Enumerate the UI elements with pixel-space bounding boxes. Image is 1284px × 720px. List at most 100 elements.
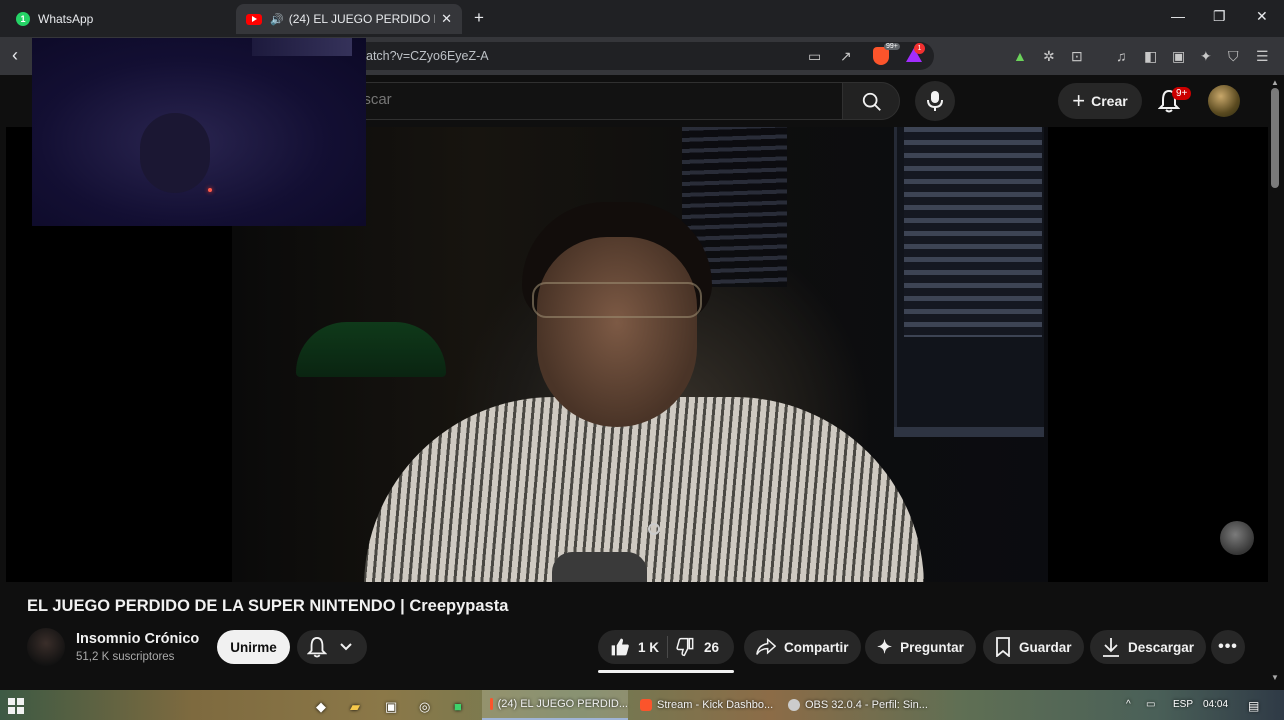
- download-icon: [1103, 638, 1119, 657]
- notification-center-icon[interactable]: ▤: [1248, 699, 1259, 713]
- taskbar-item-label: OBS 32.0.4 - Perfil: Sin...: [805, 699, 928, 711]
- taskbar-item-label: Stream - Kick Dashbo...: [657, 699, 774, 711]
- webcam-person: [140, 113, 210, 193]
- obs-icon: [788, 699, 800, 711]
- restore-icon[interactable]: ❐: [1213, 8, 1226, 25]
- channel-watermark[interactable]: [1220, 521, 1254, 555]
- download-label: Descargar: [1128, 639, 1195, 655]
- minimize-icon[interactable]: —: [1171, 8, 1185, 24]
- music-icon[interactable]: ♫: [1116, 48, 1127, 64]
- channel-avatar[interactable]: [27, 628, 65, 666]
- menu-icon[interactable]: ☰: [1256, 48, 1269, 65]
- desk-lamp: [296, 322, 446, 377]
- window-sill: [894, 427, 1044, 437]
- spreadsheet-icon[interactable]: ■: [454, 699, 462, 714]
- like-button[interactable]: 1 K: [610, 637, 659, 657]
- ask-button[interactable]: ✦ Preguntar: [865, 630, 976, 664]
- tab-search-icon[interactable]: ⊡: [1071, 48, 1083, 65]
- vpn-icon[interactable]: ⛉: [1228, 48, 1239, 65]
- create-button[interactable]: + Crear: [1058, 83, 1142, 119]
- clock[interactable]: 04:04: [1203, 699, 1228, 710]
- file-explorer-icon[interactable]: ▰: [350, 699, 360, 715]
- brave-icon: [490, 698, 493, 710]
- save-label: Guardar: [1019, 639, 1072, 655]
- browser-tab-strip: 1 WhatsApp 🔊 (24) EL JUEGO PERDIDO DE LA…: [0, 0, 1284, 37]
- url-text: atch?v=CZyo6EyeZ-A: [366, 49, 489, 63]
- language-indicator[interactable]: ESP: [1173, 699, 1193, 710]
- share-icon[interactable]: ↗: [840, 48, 852, 65]
- network-icon[interactable]: ▭: [1146, 699, 1155, 710]
- like-dislike-group: 1 K 26: [598, 630, 734, 664]
- video-title: EL JUEGO PERDIDO DE LA SUPER NINTENDO | …: [27, 597, 509, 615]
- taskbar-item-browser[interactable]: (24) EL JUEGO PERDID...: [482, 690, 628, 720]
- channel-name[interactable]: Insomnio Crónico: [76, 631, 199, 647]
- striped-shirt: [364, 397, 924, 582]
- close-window-icon[interactable]: ✕: [1256, 8, 1268, 25]
- person-face: [537, 237, 697, 427]
- windows-start-icon[interactable]: [8, 698, 24, 714]
- subscription-notifications-button[interactable]: [297, 630, 367, 664]
- extensions-icon[interactable]: ✲: [1043, 48, 1055, 65]
- voice-search-button[interactable]: [915, 81, 955, 121]
- download-button[interactable]: Descargar: [1090, 630, 1207, 664]
- brave-icon: [640, 699, 652, 711]
- share-label: Compartir: [784, 639, 849, 655]
- save-button[interactable]: Guardar: [983, 630, 1084, 664]
- join-button[interactable]: Unirme: [217, 630, 290, 664]
- bell-icon: [307, 636, 327, 658]
- ask-label: Preguntar: [900, 639, 964, 655]
- bookmark-icon: [996, 637, 1010, 657]
- tab-youtube[interactable]: 🔊 (24) EL JUEGO PERDIDO DE LA ✕: [236, 4, 462, 34]
- share-arrow-icon: [756, 638, 776, 655]
- thumbs-down-icon: [676, 637, 694, 657]
- glasses: [532, 282, 702, 318]
- youtube-icon: [246, 13, 262, 25]
- cast-icon[interactable]: ▭: [808, 48, 821, 65]
- speaker-icon[interactable]: 🔊: [270, 13, 284, 26]
- chevron-down-icon: [340, 643, 352, 651]
- scroll-down-icon[interactable]: ▼: [1271, 673, 1279, 682]
- whatsapp-icon: 1: [16, 12, 30, 26]
- wallet-icon[interactable]: ▣: [1172, 48, 1185, 65]
- store-icon[interactable]: ▣: [385, 699, 397, 715]
- webcam-overlay: [32, 38, 366, 226]
- window-blinds: [904, 127, 1042, 337]
- new-tab-icon[interactable]: +: [474, 8, 484, 28]
- like-count: 1 K: [638, 639, 660, 655]
- taskbar-item-obs[interactable]: OBS 32.0.4 - Perfil: Sin...: [784, 690, 932, 720]
- more-actions-button[interactable]: •••: [1211, 630, 1245, 664]
- microphone-icon: [927, 91, 943, 111]
- leo-ai-icon[interactable]: ✦: [1200, 48, 1212, 65]
- more-horizontal-icon: •••: [1218, 638, 1238, 655]
- extension-chart-icon[interactable]: ▲: [1013, 48, 1027, 64]
- thumbs-up-icon: [611, 638, 629, 656]
- taskbar-item-label: (24) EL JUEGO PERDID...: [497, 698, 628, 710]
- share-button[interactable]: Compartir: [744, 630, 861, 664]
- rewards-badge: 1: [914, 43, 925, 54]
- tray-overflow-icon[interactable]: ^: [1126, 699, 1131, 710]
- back-icon[interactable]: ‹: [12, 45, 18, 66]
- sparkle-icon: ✦: [877, 636, 893, 657]
- divider: [667, 636, 669, 658]
- tab-title: WhatsApp: [38, 12, 94, 26]
- search-button[interactable]: [842, 82, 900, 120]
- widgets-icon[interactable]: ◆: [316, 699, 326, 715]
- scroll-up-icon[interactable]: ▲: [1271, 78, 1279, 87]
- tab-whatsapp[interactable]: 1 WhatsApp: [6, 4, 234, 34]
- webcam-light-strip: [252, 38, 352, 56]
- tab-title: (24) EL JUEGO PERDIDO DE LA: [288, 12, 435, 26]
- taskbar-item-kick[interactable]: Stream - Kick Dashbo...: [634, 690, 780, 720]
- dislike-button[interactable]: 26: [676, 637, 719, 657]
- account-avatar[interactable]: [1208, 85, 1240, 117]
- search-input[interactable]: [355, 91, 825, 108]
- create-label: Crear: [1091, 93, 1128, 109]
- scrollbar-thumb[interactable]: [1271, 88, 1279, 188]
- steam-icon[interactable]: ◎: [419, 699, 430, 715]
- sidebar-icon[interactable]: ◧: [1144, 48, 1157, 65]
- webcam-red-light: [208, 188, 212, 192]
- plus-icon: +: [1072, 88, 1086, 113]
- search-box[interactable]: [340, 82, 842, 120]
- cursor-ring-icon: [648, 523, 660, 535]
- dislike-count: 26: [704, 639, 720, 655]
- close-tab-icon[interactable]: ✕: [441, 11, 452, 27]
